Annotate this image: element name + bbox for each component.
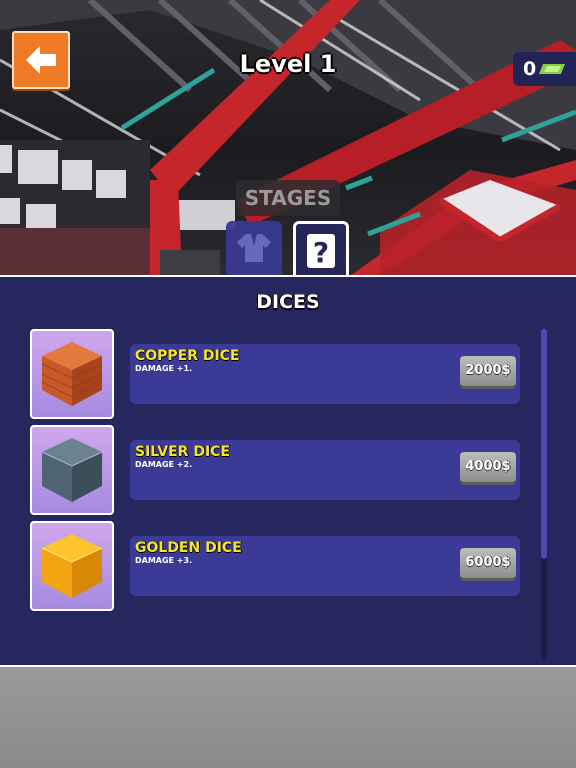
tab-skins[interactable] [226,221,282,275]
list-item-golden-dice[interactable]: GOLDEN DICE DAMAGE +3. 6000$ [30,521,522,611]
buy-copper-dice-button[interactable]: 2000$ [460,356,516,386]
cash-counter: 0 [513,52,576,86]
svg-text:?: ? [313,236,329,268]
golden-dice-icon [30,521,114,611]
copper-dice-icon [30,329,114,419]
buy-silver-dice-button[interactable]: 4000$ [460,452,516,482]
buy-golden-dice-button[interactable]: 6000$ [460,548,516,578]
warehouse-roof-structure [0,0,576,276]
item-name: COPPER DICE [135,348,240,364]
stages-label: STAGES [236,180,340,216]
tab-dices[interactable]: ? [293,221,349,278]
item-name: SILVER DICE [135,444,231,460]
item-card: SILVER DICE DAMAGE +2. 4000$ [130,440,520,500]
item-name: GOLDEN DICE [135,540,242,556]
ground-floor-background [0,667,576,768]
silver-dice-icon [30,425,114,515]
item-card: GOLDEN DICE DAMAGE +3. 6000$ [130,536,520,596]
list-item-copper-dice[interactable]: COPPER DICE DAMAGE +1. 2000$ [30,329,522,419]
scrollbar[interactable] [541,329,547,660]
list-item-silver-dice[interactable]: SILVER DICE DAMAGE +2. 4000$ [30,425,522,515]
arrow-left-icon [26,46,56,74]
item-description: DAMAGE +3. [135,556,193,565]
banknote-icon [539,64,566,74]
question-mark-icon: ? [307,234,335,268]
cash-amount: 0 [523,58,537,80]
shirt-icon [237,234,271,262]
panel-title: DICES [256,291,320,313]
item-description: DAMAGE +2. [135,460,193,469]
game-scene-background [0,0,576,276]
dice-shop-panel: DICES COPPER DICE DAMAGE +1. 2000$ SILVE… [0,275,576,667]
item-description: DAMAGE +1. [135,364,193,373]
back-button[interactable] [12,31,70,89]
scroll-thumb[interactable] [541,329,547,559]
level-title: Level 1 [239,50,337,78]
item-card: COPPER DICE DAMAGE +1. 2000$ [130,344,520,404]
